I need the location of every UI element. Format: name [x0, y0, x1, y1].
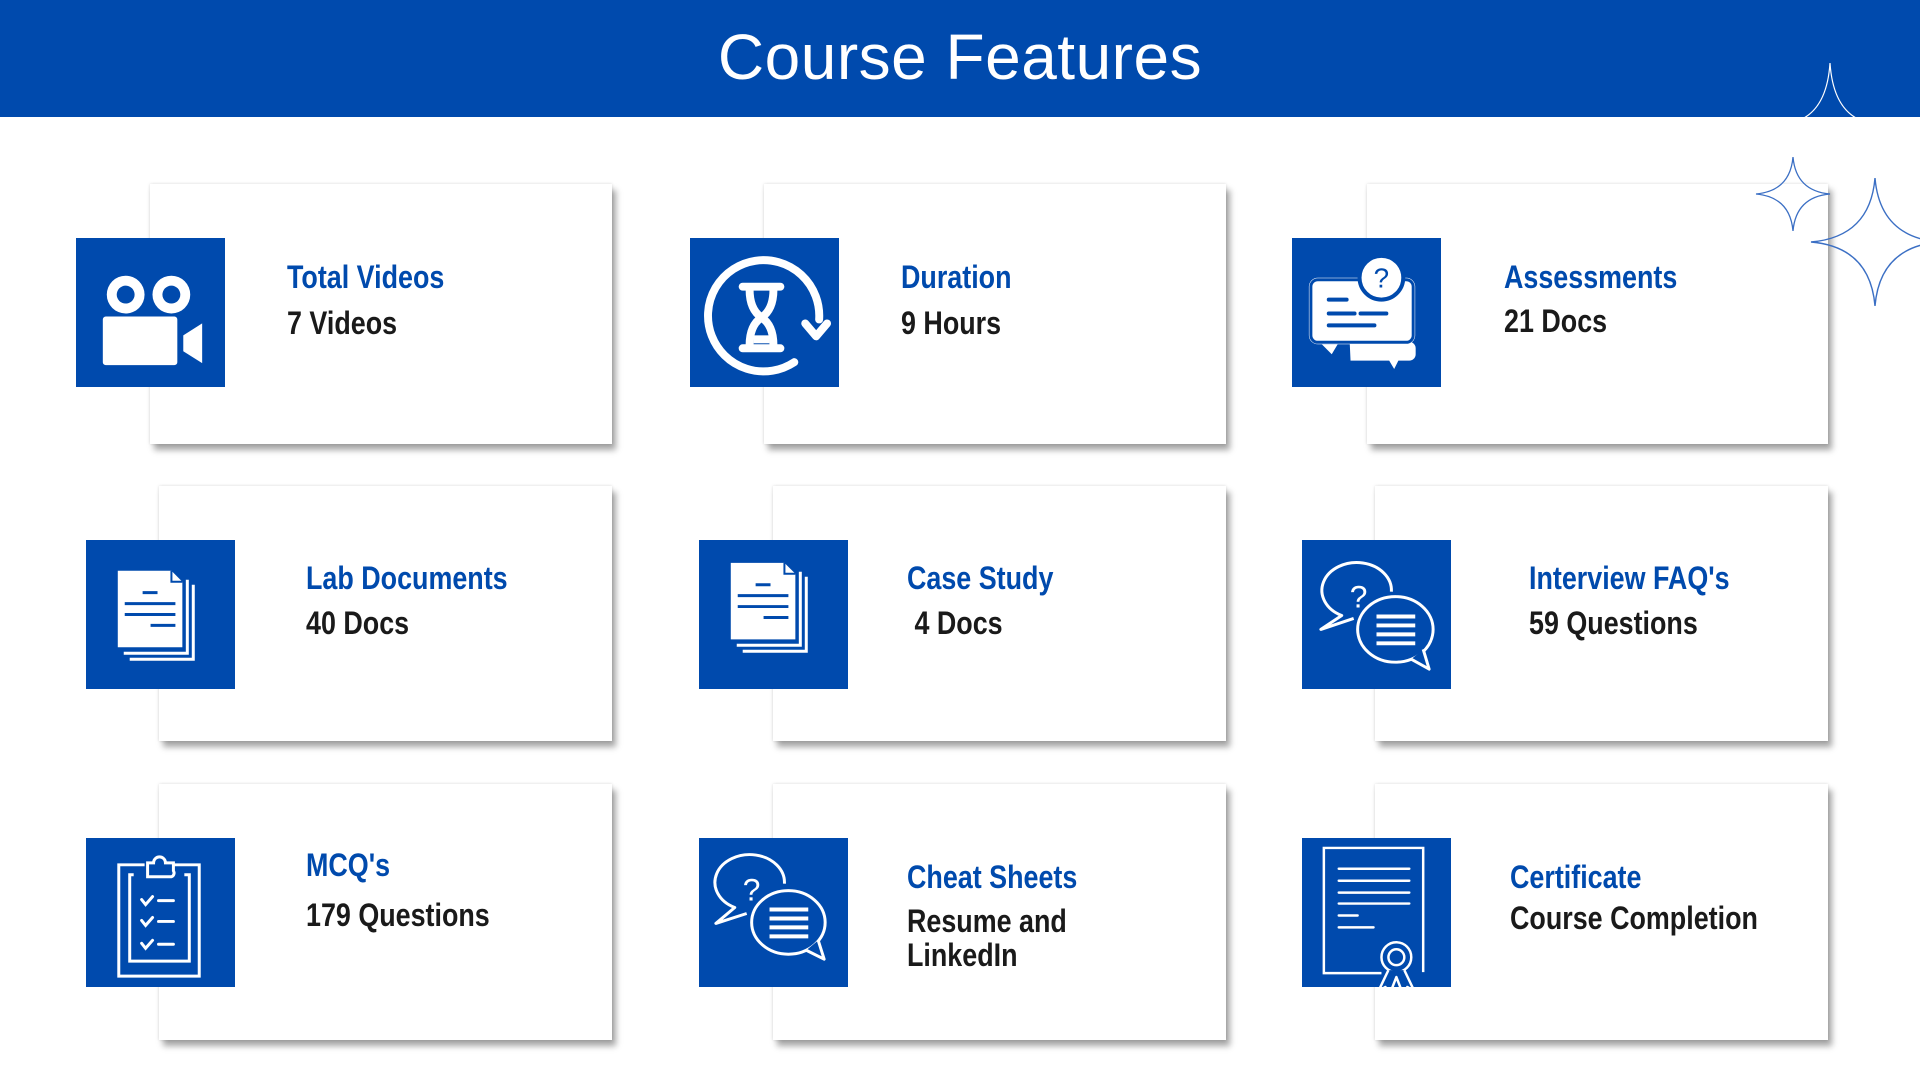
feature-title: Assessments [1504, 259, 1678, 295]
feature-value-line2: LinkedIn [907, 937, 1018, 973]
question-chat-icon: ? [1292, 238, 1441, 387]
certificate-icon [1302, 838, 1451, 987]
feature-title: Lab Documents [306, 560, 508, 596]
feature-value: 59 Questions [1529, 605, 1698, 641]
sparkle-large-icon [1810, 177, 1920, 307]
question-chat-bubbles-icon: ? [699, 838, 848, 987]
feature-title: Certificate [1510, 859, 1642, 895]
feature-value: 9 Hours [901, 305, 1002, 341]
feature-value: Resume and [907, 903, 1067, 939]
feature-title: MCQ's [306, 847, 391, 883]
feature-value: Course Completion [1510, 900, 1758, 936]
feature-title: Interview FAQ's [1529, 560, 1730, 596]
documents-icon [86, 540, 235, 689]
question-chat-bubbles-icon: ? [1302, 540, 1451, 689]
documents-icon [699, 540, 848, 689]
page-title: Course Features [717, 21, 1203, 93]
header-banner: Course Features [0, 0, 1920, 117]
hourglass-refresh-icon [690, 238, 839, 387]
feature-title: Duration [901, 259, 1012, 295]
feature-value: 21 Docs [1504, 303, 1608, 339]
feature-title: Cheat Sheets [907, 859, 1078, 895]
feature-value: 7 Videos [287, 305, 398, 341]
video-camera-icon [76, 238, 225, 387]
svg-text:?: ? [743, 872, 761, 908]
svg-text:?: ? [1374, 263, 1389, 294]
feature-title: Case Study [907, 560, 1054, 596]
clipboard-checklist-icon [86, 838, 235, 987]
feature-title: Total Videos [287, 259, 445, 295]
feature-value: 4 Docs [907, 605, 1003, 641]
sparkle-icon [1804, 62, 1856, 117]
feature-value: 40 Docs [306, 605, 410, 641]
feature-value: 179 Questions [306, 897, 490, 933]
